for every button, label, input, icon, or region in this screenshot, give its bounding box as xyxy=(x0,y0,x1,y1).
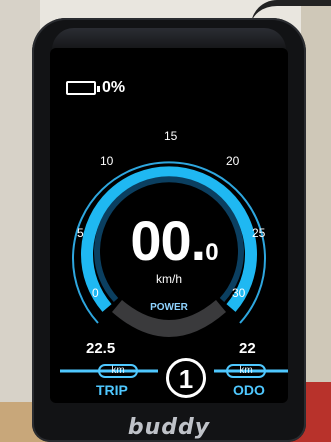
assist-level: 1 xyxy=(166,358,206,398)
brand-logo: buddy xyxy=(127,415,211,440)
ebike-display-device: 0% 0 5 10 15 20 25 30 00.0 km/h POWER 22… xyxy=(32,18,306,442)
trip-unit: km xyxy=(98,364,138,378)
lcd-screen: 0% 0 5 10 15 20 25 30 00.0 km/h POWER 22… xyxy=(50,48,288,403)
odo-value: 22 xyxy=(239,340,256,357)
odo-label: ODO xyxy=(233,382,265,398)
trip-label: TRIP xyxy=(96,382,128,398)
odo-unit: km xyxy=(226,364,266,378)
